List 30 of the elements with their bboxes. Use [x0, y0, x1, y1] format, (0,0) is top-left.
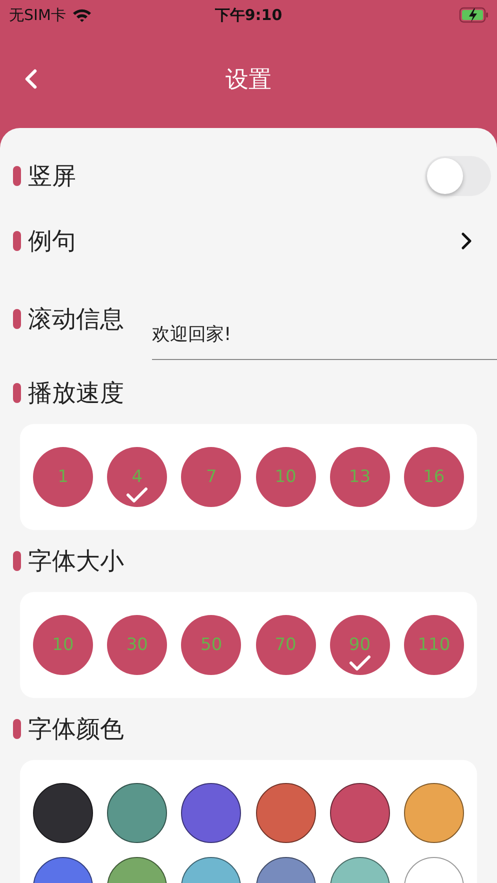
option-button[interactable]: 110 [404, 615, 464, 675]
option-button[interactable]: 10 [256, 447, 316, 507]
option-button[interactable]: 7 [181, 447, 242, 507]
option-button[interactable]: 50 [181, 615, 242, 675]
setting-marker [13, 231, 21, 251]
section-title: 字体大小 [28, 546, 124, 577]
option-button[interactable]: 4 [107, 447, 168, 507]
option-button[interactable]: 70 [256, 615, 316, 675]
setting-marker [13, 309, 21, 329]
section-title: 播放速度 [28, 378, 124, 409]
section-marker [13, 551, 21, 571]
setting-label: 竖屏 [28, 161, 76, 192]
option-button[interactable]: 90 [330, 615, 390, 675]
section-title: 字体颜色 [28, 714, 124, 745]
setting-marker [13, 166, 21, 186]
wifi-icon [72, 8, 92, 22]
page-title: 设置 [226, 66, 272, 94]
section-marker [13, 383, 21, 403]
option-button[interactable]: 16 [404, 447, 464, 507]
carrier-text: 无SIM卡 [9, 6, 66, 24]
status-time: 下午9:10 [214, 6, 282, 24]
option-button[interactable]: 13 [330, 447, 390, 507]
setting-label: 例句 [28, 226, 76, 257]
input-field[interactable]: 欢迎回家! [152, 308, 497, 360]
option-button[interactable]: 10 [33, 615, 93, 675]
toggle-switch[interactable] [425, 156, 491, 196]
setting-label: 滚动信息 [28, 304, 124, 335]
option-button[interactable]: 1 [33, 447, 93, 507]
section-marker [13, 719, 21, 739]
option-button[interactable]: 30 [107, 615, 168, 675]
